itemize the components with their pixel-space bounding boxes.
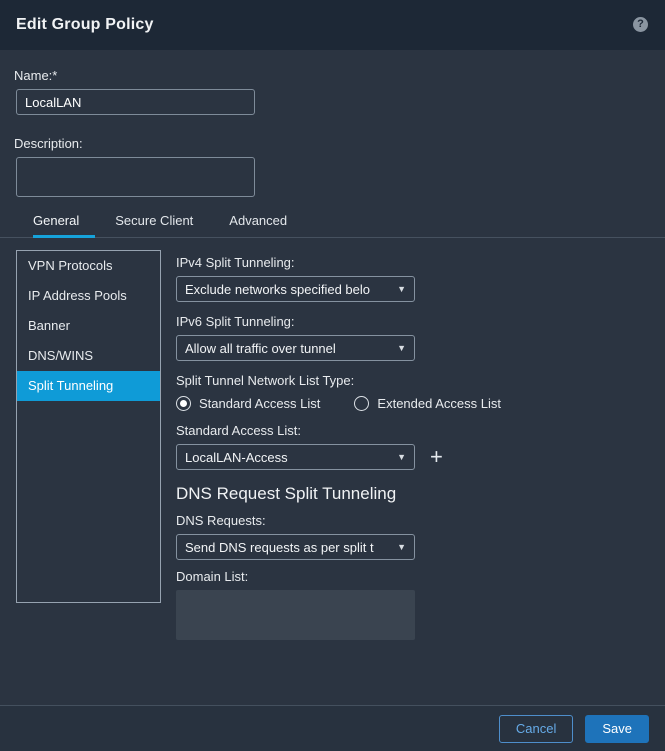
radio-checked-icon bbox=[176, 396, 191, 411]
dialog-footer: Cancel Save bbox=[0, 705, 665, 751]
tab-general[interactable]: General bbox=[33, 203, 95, 238]
domain-list-label: Domain List: bbox=[176, 569, 646, 584]
ipv4-split-tunneling-label: IPv4 Split Tunneling: bbox=[176, 255, 646, 270]
cancel-button[interactable]: Cancel bbox=[499, 715, 573, 743]
name-input[interactable] bbox=[16, 89, 255, 115]
sidebar-item-ip-address-pools[interactable]: IP Address Pools bbox=[17, 281, 160, 311]
description-label: Description: bbox=[14, 136, 83, 151]
help-icon[interactable]: ? bbox=[633, 17, 648, 32]
chevron-down-icon: ▼ bbox=[397, 452, 406, 462]
dns-requests-select[interactable]: Send DNS requests as per split t ▼ bbox=[176, 534, 415, 560]
standard-access-list-radio[interactable]: Standard Access List bbox=[176, 396, 320, 411]
sidebar-item-dns-wins[interactable]: DNS/WINS bbox=[17, 341, 160, 371]
dialog-title: Edit Group Policy bbox=[16, 16, 154, 34]
tab-bar: General Secure Client Advanced bbox=[0, 203, 665, 238]
standard-access-list-radio-label: Standard Access List bbox=[199, 396, 320, 411]
description-input[interactable] bbox=[16, 157, 255, 197]
standard-access-list-select[interactable]: LocalLAN-Access ▼ bbox=[176, 444, 415, 470]
ipv6-split-tunneling-value: Allow all traffic over tunnel bbox=[185, 341, 336, 356]
sidebar-item-vpn-protocols[interactable]: VPN Protocols bbox=[17, 251, 160, 281]
split-tunnel-network-list-type-label: Split Tunnel Network List Type: bbox=[176, 373, 646, 388]
chevron-down-icon: ▼ bbox=[397, 542, 406, 552]
dns-requests-label: DNS Requests: bbox=[176, 513, 646, 528]
standard-access-list-row: LocalLAN-Access ▼ + bbox=[176, 444, 646, 470]
dns-request-split-tunneling-title: DNS Request Split Tunneling bbox=[176, 484, 646, 504]
name-label: Name:* bbox=[14, 68, 57, 83]
standard-access-list-value: LocalLAN-Access bbox=[185, 450, 288, 465]
radio-unchecked-icon bbox=[354, 396, 369, 411]
ipv6-split-tunneling-label: IPv6 Split Tunneling: bbox=[176, 314, 646, 329]
sidebar-item-banner[interactable]: Banner bbox=[17, 311, 160, 341]
network-list-type-radio-group: Standard Access List Extended Access Lis… bbox=[176, 396, 646, 411]
group-policy-sidebar: VPN Protocols IP Address Pools Banner DN… bbox=[16, 250, 161, 603]
split-tunneling-panel: IPv4 Split Tunneling: Exclude networks s… bbox=[176, 250, 646, 640]
dialog-header: Edit Group Policy ? bbox=[0, 0, 665, 50]
save-button[interactable]: Save bbox=[585, 715, 649, 743]
sidebar-item-split-tunneling[interactable]: Split Tunneling bbox=[17, 371, 160, 401]
ipv6-split-tunneling-select[interactable]: Allow all traffic over tunnel ▼ bbox=[176, 335, 415, 361]
chevron-down-icon: ▼ bbox=[397, 343, 406, 353]
domain-list-input[interactable] bbox=[176, 590, 415, 640]
edit-group-policy-dialog: Edit Group Policy ? Name:* Description: … bbox=[0, 0, 665, 751]
standard-access-list-label: Standard Access List: bbox=[176, 423, 646, 438]
chevron-down-icon: ▼ bbox=[397, 284, 406, 294]
extended-access-list-radio[interactable]: Extended Access List bbox=[354, 396, 501, 411]
add-access-list-button[interactable]: + bbox=[428, 446, 445, 468]
ipv4-split-tunneling-select[interactable]: Exclude networks specified belo ▼ bbox=[176, 276, 415, 302]
tab-secure-client[interactable]: Secure Client bbox=[115, 203, 209, 235]
ipv4-split-tunneling-value: Exclude networks specified belo bbox=[185, 282, 370, 297]
tab-advanced[interactable]: Advanced bbox=[229, 203, 303, 235]
dns-requests-value: Send DNS requests as per split t bbox=[185, 540, 374, 555]
extended-access-list-radio-label: Extended Access List bbox=[377, 396, 501, 411]
